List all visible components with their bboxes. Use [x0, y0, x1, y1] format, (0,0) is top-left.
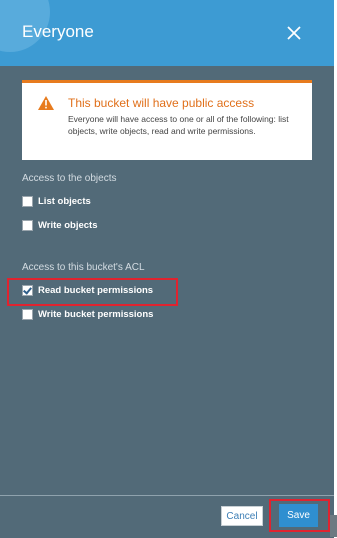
- read-bucket-permissions-label[interactable]: Read bucket permissions: [38, 285, 153, 296]
- write-bucket-permissions-option[interactable]: Write bucket permissions: [22, 307, 153, 321]
- warning-icon: [38, 96, 54, 110]
- list-objects-label[interactable]: List objects: [38, 196, 91, 207]
- dialog-header: Everyone: [0, 0, 334, 66]
- write-objects-label[interactable]: Write objects: [38, 220, 97, 231]
- permissions-dialog: Everyone This bucket will have public ac…: [0, 0, 334, 538]
- write-bucket-permissions-checkbox[interactable]: [22, 308, 33, 320]
- alert-title: This bucket will have public access: [68, 96, 255, 110]
- save-button[interactable]: Save: [279, 504, 318, 527]
- scroll-edge-mark: [330, 515, 337, 537]
- write-objects-checkbox[interactable]: [22, 219, 33, 231]
- footer-divider: [0, 495, 334, 496]
- dialog-title: Everyone: [22, 22, 94, 41]
- alert-body: Everyone will have access to one or all …: [68, 114, 289, 136]
- list-objects-option[interactable]: List objects: [22, 194, 91, 208]
- close-icon[interactable]: [281, 20, 307, 46]
- list-objects-checkbox[interactable]: [22, 195, 33, 207]
- write-objects-option[interactable]: Write objects: [22, 218, 97, 232]
- read-bucket-permissions-option[interactable]: Read bucket permissions: [22, 283, 153, 297]
- objects-section-title: Access to the objects: [22, 173, 117, 184]
- public-access-alert: This bucket will have public access Ever…: [22, 80, 312, 160]
- read-bucket-permissions-checkbox[interactable]: [22, 284, 33, 296]
- write-bucket-permissions-label[interactable]: Write bucket permissions: [38, 309, 153, 320]
- cancel-button[interactable]: Cancel: [221, 506, 263, 526]
- acl-section-title: Access to this bucket's ACL: [22, 262, 145, 273]
